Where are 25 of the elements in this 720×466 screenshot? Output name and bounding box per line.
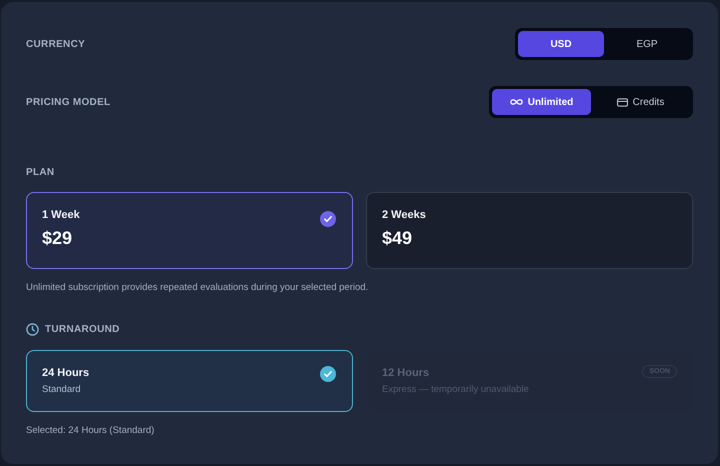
plan-note: Unlimited subscription provides repeated evaluations during your selected period.	[26, 282, 370, 293]
plan-price: $29	[42, 228, 74, 249]
clock-icon	[26, 323, 39, 336]
turnaround-name: 12 Hours	[382, 367, 430, 379]
turnaround-name: 24 Hours	[42, 367, 90, 379]
plan-card[interactable]: 2 Weeks $49	[366, 192, 693, 269]
plan-price: $49	[382, 228, 414, 249]
plan-name: 1 Week	[42, 209, 80, 221]
infinity-icon	[510, 98, 523, 106]
section-label: TURNAROUND	[45, 324, 120, 335]
pricing-option[interactable]: Unlimited	[492, 89, 591, 115]
turnaround-card[interactable]: 24 Hours Standard	[26, 350, 353, 412]
turnaround-description: Standard	[42, 384, 81, 395]
card-icon	[616, 98, 628, 106]
section-label: PRICING MODEL	[26, 96, 110, 108]
plan-card[interactable]: 1 Week $29	[26, 192, 353, 269]
section-label: CURRENCY	[26, 38, 86, 50]
pricing-option[interactable]: Credits	[591, 89, 690, 115]
section-label: PLAN	[26, 167, 56, 178]
check-icon	[320, 366, 336, 382]
currency-option[interactable]: EGP	[604, 31, 690, 57]
selection-summary: Selected: 24 Hours (Standard)	[26, 425, 156, 436]
currency-option[interactable]: USD	[518, 31, 604, 57]
plan-name: 2 Weeks	[382, 209, 426, 221]
check-icon	[320, 211, 336, 227]
